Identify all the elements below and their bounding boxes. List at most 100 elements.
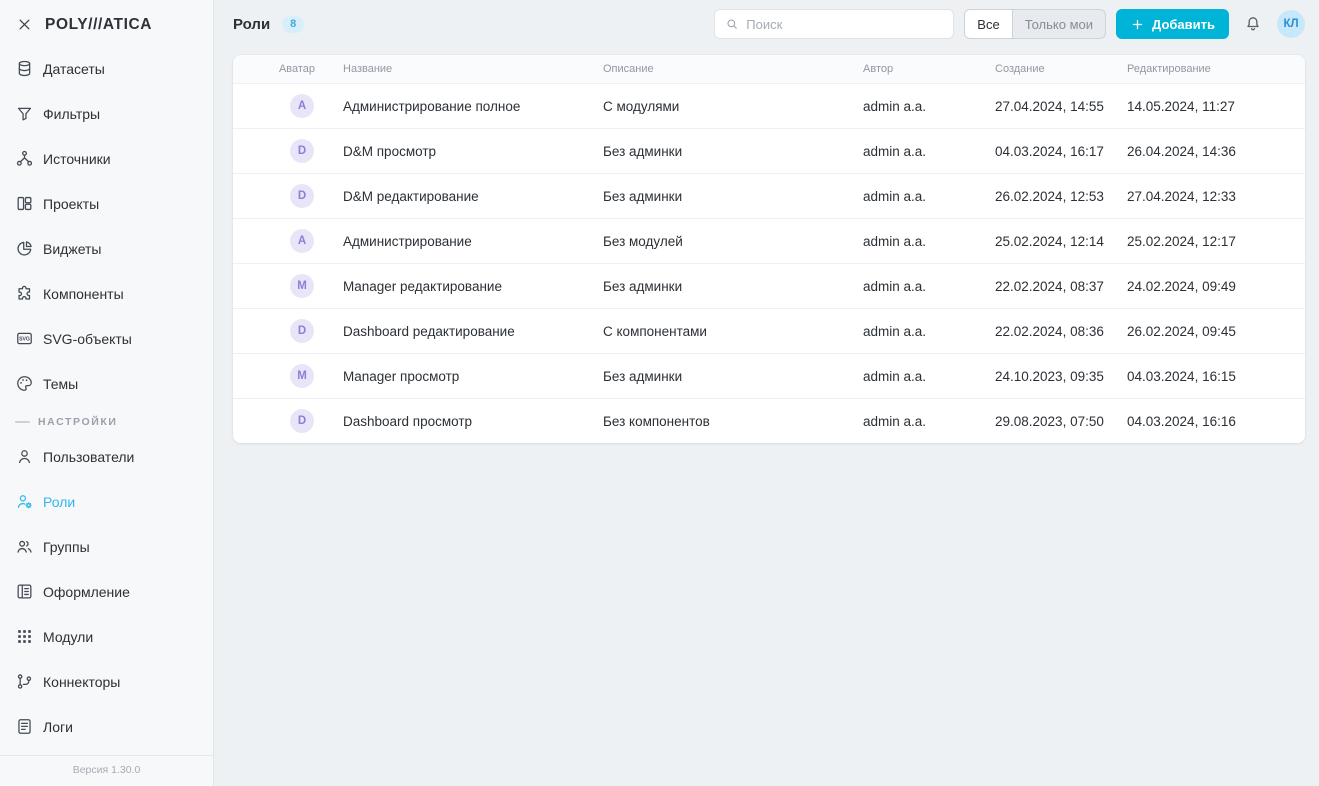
role-avatar: M (290, 274, 314, 298)
role-created: 27.04.2024, 14:55 (995, 99, 1127, 114)
appearance-icon (15, 582, 34, 601)
column-header-edited: Редактирование (1127, 63, 1305, 75)
table-row[interactable]: D Dashboard редактирование С компонентам… (233, 308, 1305, 353)
sidebar-item-label: Логи (43, 719, 73, 735)
role-description: Без админки (603, 189, 863, 204)
roles-count-badge: 8 (282, 16, 304, 33)
role-created: 04.03.2024, 16:17 (995, 144, 1127, 159)
role-avatar: M (290, 364, 314, 388)
app: POLY///ATICA Датасеты Фильтры Источники … (0, 0, 1319, 786)
table-row[interactable]: D Dashboard просмотр Без компонентов adm… (233, 398, 1305, 443)
sidebar-item-label: Роли (43, 494, 75, 510)
sidebar-item-sources[interactable]: Источники (0, 136, 213, 181)
sidebar-item-label: Оформление (43, 584, 130, 600)
role-author: admin a.a. (863, 99, 995, 114)
sidebar-item-label: Источники (43, 151, 111, 167)
settings-section-label: НАСТРОЙКИ (0, 406, 213, 434)
role-name: Dashboard редактирование (343, 324, 603, 339)
role-edited: 04.03.2024, 16:15 (1127, 369, 1305, 384)
role-avatar: D (290, 139, 314, 163)
role-description: Без модулей (603, 234, 863, 249)
sidebar-item-components[interactable]: Компоненты (0, 271, 213, 316)
bell-icon (1243, 14, 1263, 34)
sidebar-item-label: Датасеты (43, 61, 105, 77)
filter-mine-button[interactable]: Только мои (1013, 10, 1105, 38)
widgets-icon (15, 239, 34, 258)
role-avatar: А (290, 94, 314, 118)
sidebar-item-appearance[interactable]: Оформление (0, 569, 213, 614)
sidebar-item-svg-objects[interactable]: SVG SVG-объекты (0, 316, 213, 361)
sidebar-item-label: Пользователи (43, 449, 134, 465)
groups-icon (15, 537, 34, 556)
notifications-button[interactable] (1243, 14, 1263, 34)
role-created: 25.02.2024, 12:14 (995, 234, 1127, 249)
roles-table-body: А Администрирование полное С модулями ad… (233, 83, 1305, 443)
role-author: admin a.a. (863, 144, 995, 159)
projects-icon (15, 194, 34, 213)
role-avatar: D (290, 184, 314, 208)
role-author: admin a.a. (863, 234, 995, 249)
sidebar-item-datasets[interactable]: Датасеты (0, 46, 213, 91)
logs-icon (15, 717, 34, 736)
sidebar-nav-settings: Пользователи Роли Группы Оформление Моду… (0, 434, 213, 749)
users-icon (15, 447, 34, 466)
sidebar: POLY///ATICA Датасеты Фильтры Источники … (0, 0, 214, 786)
close-sidebar-button[interactable] (15, 15, 34, 34)
role-created: 29.08.2023, 07:50 (995, 414, 1127, 429)
main-area: Роли 8 Все Только мои Добавить КЛ (214, 0, 1319, 786)
role-created: 26.02.2024, 12:53 (995, 189, 1127, 204)
role-name: Администрирование полное (343, 99, 603, 114)
datasets-icon (15, 59, 34, 78)
role-author: admin a.a. (863, 369, 995, 384)
add-role-label: Добавить (1152, 17, 1215, 32)
table-row[interactable]: M Manager редактирование Без админки adm… (233, 263, 1305, 308)
ownership-filter: Все Только мои (964, 9, 1106, 39)
role-edited: 24.02.2024, 09:49 (1127, 279, 1305, 294)
sidebar-item-label: Виджеты (43, 241, 102, 257)
table-row[interactable]: M Manager просмотр Без админки admin a.a… (233, 353, 1305, 398)
user-avatar[interactable]: КЛ (1277, 10, 1305, 38)
sidebar-item-themes[interactable]: Темы (0, 361, 213, 406)
role-edited: 26.04.2024, 14:36 (1127, 144, 1305, 159)
role-edited: 26.02.2024, 09:45 (1127, 324, 1305, 339)
sidebar-item-groups[interactable]: Группы (0, 524, 213, 569)
content: Аватар Название Описание Автор Создание … (214, 48, 1319, 786)
role-avatar: D (290, 409, 314, 433)
sidebar-item-projects[interactable]: Проекты (0, 181, 213, 226)
role-name: D&M просмотр (343, 144, 603, 159)
table-row[interactable]: А Администрирование полное С модулями ad… (233, 83, 1305, 128)
topbar: Роли 8 Все Только мои Добавить КЛ (214, 0, 1319, 48)
sidebar-item-logs[interactable]: Логи (0, 704, 213, 749)
add-role-button[interactable]: Добавить (1116, 9, 1229, 39)
app-logo: POLY///ATICA (45, 16, 152, 34)
sidebar-item-widgets[interactable]: Виджеты (0, 226, 213, 271)
role-description: С модулями (603, 99, 863, 114)
search-input[interactable] (746, 17, 944, 32)
themes-icon (15, 374, 34, 393)
modules-icon (15, 627, 34, 646)
role-name: Manager просмотр (343, 369, 603, 384)
sidebar-item-label: Группы (43, 539, 90, 555)
sidebar-header: POLY///ATICA (0, 0, 213, 46)
components-icon (15, 284, 34, 303)
role-created: 22.02.2024, 08:36 (995, 324, 1127, 339)
column-header-avatar: Аватар (233, 63, 343, 75)
sidebar-item-roles[interactable]: Роли (0, 479, 213, 524)
table-row[interactable]: D D&M редактирование Без админки admin a… (233, 173, 1305, 218)
sidebar-item-filters[interactable]: Фильтры (0, 91, 213, 136)
sidebar-item-users[interactable]: Пользователи (0, 434, 213, 479)
role-edited: 04.03.2024, 16:16 (1127, 414, 1305, 429)
table-row[interactable]: D D&M просмотр Без админки admin a.a. 04… (233, 128, 1305, 173)
svg-text:SVG: SVG (19, 337, 30, 343)
table-header-row: Аватар Название Описание Автор Создание … (233, 55, 1305, 83)
role-description: Без компонентов (603, 414, 863, 429)
table-row[interactable]: А Администрирование Без модулей admin a.… (233, 218, 1305, 263)
sidebar-item-modules[interactable]: Модули (0, 614, 213, 659)
app-version: Версия 1.30.0 (0, 755, 213, 786)
plus-icon (1130, 17, 1145, 32)
sidebar-item-connectors[interactable]: Коннекторы (0, 659, 213, 704)
search-icon (724, 16, 740, 32)
role-description: Без админки (603, 369, 863, 384)
filter-all-button[interactable]: Все (965, 10, 1012, 38)
role-created: 24.10.2023, 09:35 (995, 369, 1127, 384)
